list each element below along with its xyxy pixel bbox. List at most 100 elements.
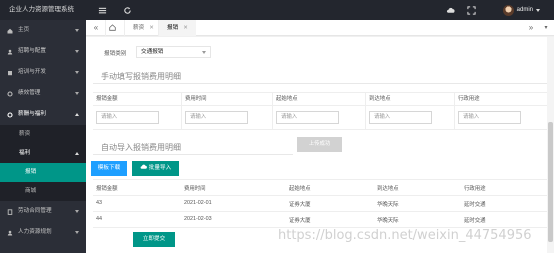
sidebar-subitem-salary[interactable]: 薪资	[0, 125, 86, 144]
tab-bar: « 薪资 ✕ 报销 ✕ » ▾	[86, 20, 554, 36]
sidebar-item-recruitment[interactable]: 招聘与配置	[0, 41, 86, 62]
sidebar-subitem-reimbursement[interactable]: 报销	[0, 163, 86, 182]
upload-success-button[interactable]: 上传成功	[297, 137, 342, 152]
chevron-up-icon	[75, 152, 79, 155]
column-header: 报销金额	[93, 93, 182, 105]
app-title: 企业人力资源管理系统	[0, 0, 86, 20]
table-border	[93, 195, 547, 196]
chevron-up-icon	[75, 113, 79, 116]
refresh-icon[interactable]	[122, 5, 132, 15]
home-icon	[7, 28, 13, 34]
column-header: 报销金额	[96, 186, 118, 192]
batch-import-button[interactable]: 批量导入	[132, 161, 179, 176]
tab-reimbursement[interactable]: 报销 ✕	[158, 20, 196, 36]
table-cell: 请输入	[455, 106, 547, 129]
table-border	[93, 211, 547, 212]
table-cell: 2021-02-01	[184, 200, 212, 206]
submit-button[interactable]: 立即提交	[133, 232, 175, 247]
sidebar-submenu: 薪资 福利 报销 商城	[0, 125, 86, 201]
sidebar-item-label: 绩效管理	[18, 90, 41, 96]
table-cell: 请输入	[273, 106, 366, 129]
table-cell: 延时交通	[464, 218, 486, 224]
scrollbar[interactable]	[547, 37, 554, 253]
chevron-down-icon	[75, 50, 79, 53]
top-bar: 企业人力资源管理系统 admin	[0, 0, 554, 20]
document-icon	[7, 209, 13, 215]
column-header: 行政用途	[464, 186, 486, 192]
main-content: 报销类别 交通报销 手动填写报销费用明细 报销金额 费用时间 起始地点 到达地点…	[86, 37, 547, 253]
gear-icon	[7, 112, 13, 118]
sidebar-item-home[interactable]: 主页	[0, 20, 86, 41]
sidebar-item-compensation[interactable]: 薪酬与福利	[0, 104, 86, 125]
chevron-down-icon[interactable]: ▾	[539, 20, 553, 36]
divider	[93, 83, 547, 84]
tab-label: 薪资	[133, 25, 145, 31]
column-header: 费用时间	[184, 186, 206, 192]
sidebar-item-label: 福利	[19, 150, 31, 156]
amount-input[interactable]: 请输入	[96, 111, 159, 124]
table-cell: 请输入	[366, 106, 455, 129]
divider	[93, 154, 293, 155]
sidebar-item-label: 劳动合同管理	[18, 208, 52, 214]
home-tab-icon[interactable]	[105, 20, 119, 36]
close-icon[interactable]: ✕	[149, 25, 154, 31]
tab-salary[interactable]: 薪资 ✕	[124, 20, 162, 36]
table-cell: 请输入	[182, 106, 273, 129]
chevron-down-icon	[75, 29, 79, 32]
date-input[interactable]: 请输入	[185, 111, 248, 124]
table-cell: 证券大厦	[289, 218, 311, 224]
column-header: 费用时间	[182, 93, 273, 105]
category-select-value: 交通报销	[141, 49, 164, 55]
chevron-down-icon	[202, 51, 206, 54]
fullscreen-icon[interactable]	[466, 5, 476, 15]
auto-section-title: 自动导入报销费用明细	[101, 143, 181, 152]
sidebar-item-planning[interactable]: 人力资源规划	[0, 222, 86, 243]
book-icon	[8, 71, 12, 76]
sidebar-item-training[interactable]: 培训与开发	[0, 62, 86, 83]
column-header: 起始地点	[273, 93, 366, 105]
chevron-down-icon	[536, 8, 540, 12]
manual-input-row: 请输入 请输入 请输入 请输入 请输入	[93, 106, 547, 130]
cloud-upload-icon	[140, 164, 147, 169]
table-cell: 请输入	[93, 106, 182, 129]
scrollbar-thumb[interactable]	[548, 122, 553, 242]
category-select[interactable]: 交通报销	[136, 46, 211, 58]
tabs-scroll-left-icon[interactable]: «	[89, 20, 103, 36]
tabs-scroll-right-icon[interactable]: »	[524, 20, 538, 36]
sidebar-item-label: 薪酬与福利	[18, 111, 46, 117]
chevron-down-icon	[75, 92, 79, 95]
menu-icon[interactable]	[97, 5, 107, 15]
destination-input[interactable]: 请输入	[369, 111, 432, 124]
column-header: 行政用途	[458, 96, 480, 102]
button-label: 批量导入	[148, 165, 172, 171]
sidebar-subitem-benefits[interactable]: 福利	[0, 144, 86, 163]
chevron-down-icon	[75, 210, 79, 213]
table-cell: 2021-02-03	[184, 216, 212, 222]
column-header: 到达地点	[366, 93, 455, 105]
sidebar-subitem-mall[interactable]: 商城	[0, 182, 86, 201]
table-cell: 华晚天际	[377, 218, 399, 224]
column-header: 到达地点	[377, 186, 399, 192]
column-header: 起始地点	[289, 186, 311, 192]
purpose-input[interactable]: 请输入	[458, 111, 521, 124]
avatar	[502, 4, 514, 16]
cloud-icon[interactable]	[445, 5, 455, 15]
sidebar-item-contracts[interactable]: 劳动合同管理	[0, 201, 86, 222]
close-icon[interactable]: ✕	[183, 25, 188, 31]
sidebar-item-label: 招聘与配置	[18, 48, 46, 54]
sidebar: 主页 招聘与配置 培训与开发 绩效管理 薪酬与福利 薪资 福利 报销 商城 劳动…	[0, 20, 86, 253]
table-cell: 华晚天际	[377, 202, 399, 208]
table-cell: 证券大厦	[289, 202, 311, 208]
start-location-input[interactable]: 请输入	[276, 111, 339, 124]
manual-section-title: 手动填写报销费用明细	[101, 72, 181, 81]
table-border	[93, 179, 547, 180]
tab-label: 报销	[167, 25, 179, 31]
manual-table-header: 报销金额 费用时间 起始地点 到达地点 行政用途	[93, 92, 547, 106]
template-download-button[interactable]: 模板下载	[91, 161, 127, 176]
sidebar-item-performance[interactable]: 绩效管理	[0, 83, 86, 104]
sidebar-item-label: 培训与开发	[18, 69, 46, 75]
chevron-down-icon	[75, 231, 79, 234]
table-cell: 延时交通	[464, 202, 486, 208]
user-menu[interactable]: admin	[502, 3, 540, 17]
table-cell: 43	[96, 200, 102, 206]
